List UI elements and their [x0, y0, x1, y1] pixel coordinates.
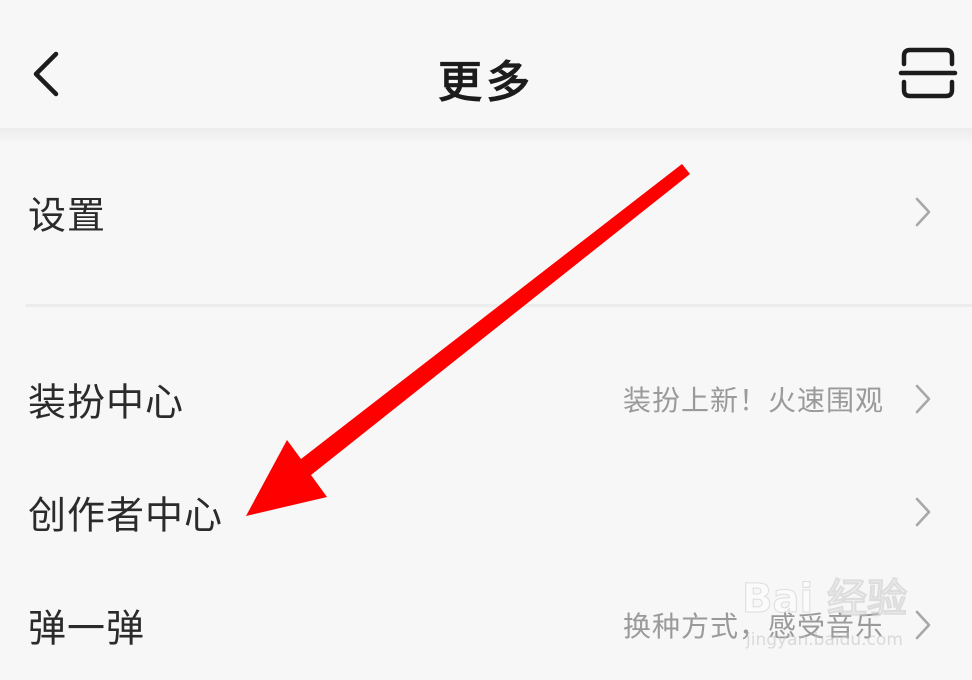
baidu-jingyan-watermark: Bai 经验 jingyan.baidu.com [741, 566, 942, 676]
scan-icon [898, 47, 958, 99]
menu-item-dress-up-center[interactable]: 装扮中心 装扮上新！火速围观 [0, 349, 972, 449]
menu-item-hint: 装扮上新！火速围观 [622, 384, 884, 417]
menu-item-label: 装扮中心 [28, 380, 185, 425]
menu-item-creator-center[interactable]: 创作者中心 [0, 462, 972, 562]
scan-button[interactable] [898, 44, 958, 102]
header-shadow [0, 128, 972, 144]
page-title: 更多 [438, 57, 534, 108]
menu-item-label: 创作者中心 [28, 493, 224, 538]
menu-item-label: 弹一弹 [28, 606, 146, 651]
section-divider [26, 304, 972, 307]
menu-item-settings[interactable]: 设置 [0, 162, 972, 262]
chevron-right-icon [915, 497, 931, 527]
watermark-brand: Bai 经验 [741, 576, 908, 623]
top-bar: 更多 [0, 0, 972, 132]
chevron-right-icon [915, 384, 931, 414]
more-page: 更多 设置 装扮中心 装扮上新！火速围观 创作者中心 弹一弹 换种方式，感受音乐… [0, 0, 972, 680]
menu-item-label: 设置 [28, 193, 107, 238]
chevron-right-icon [915, 197, 931, 227]
watermark-url: jingyan.baidu.com [746, 630, 903, 650]
